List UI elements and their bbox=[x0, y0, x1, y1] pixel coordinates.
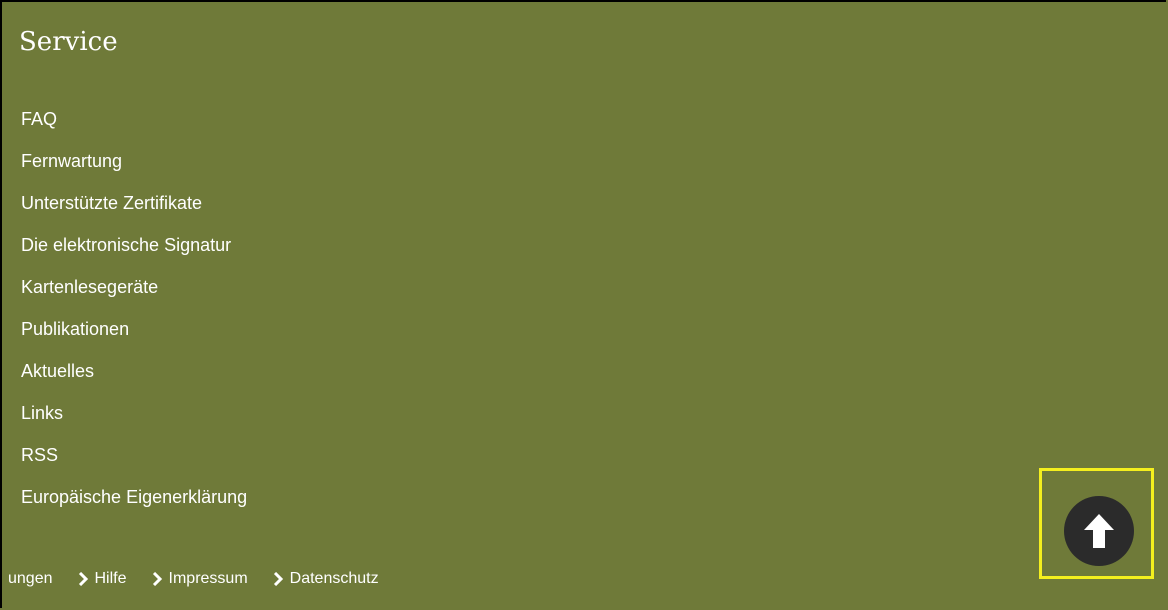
chevron-right-icon bbox=[273, 572, 283, 586]
link-aktuelles[interactable]: Aktuelles bbox=[21, 361, 94, 381]
chevron-right-icon bbox=[78, 572, 88, 586]
footer-link-datenschutz[interactable]: Datenschutz bbox=[272, 570, 379, 588]
link-rss[interactable]: RSS bbox=[21, 445, 58, 465]
link-europaeische-eigenerklaerung[interactable]: Europäische Eigenerklärung bbox=[21, 487, 247, 507]
list-item: Unterstützte Zertifikate bbox=[21, 190, 247, 232]
link-links[interactable]: Links bbox=[21, 403, 63, 423]
link-elektronische-signatur[interactable]: Die elektronische Signatur bbox=[21, 235, 231, 255]
footer-link-label: Datenschutz bbox=[289, 570, 379, 587]
service-heading: Service bbox=[19, 27, 118, 57]
list-item: Die elektronische Signatur bbox=[21, 232, 247, 274]
link-unterstuetzte-zertifikate[interactable]: Unterstützte Zertifikate bbox=[21, 193, 202, 213]
service-link-list: FAQ Fernwartung Unterstützte Zertifikate… bbox=[21, 106, 247, 526]
footer-link-partial[interactable]: ungen bbox=[8, 570, 53, 588]
list-item: FAQ bbox=[21, 106, 247, 148]
link-kartenlesegeraete[interactable]: Kartenlesegeräte bbox=[21, 277, 158, 297]
back-to-top-button[interactable] bbox=[1064, 496, 1134, 566]
list-item: Publikationen bbox=[21, 316, 247, 358]
link-fernwartung[interactable]: Fernwartung bbox=[21, 151, 122, 171]
list-item: Europäische Eigenerklärung bbox=[21, 484, 247, 526]
footer-link-impressum[interactable]: Impressum bbox=[151, 570, 248, 588]
arrow-up-icon bbox=[1084, 514, 1114, 548]
list-item: RSS bbox=[21, 442, 247, 484]
link-faq[interactable]: FAQ bbox=[21, 109, 57, 129]
footer-nav: ungen Hilfe Impressum Datenschutz bbox=[8, 570, 403, 588]
link-publikationen[interactable]: Publikationen bbox=[21, 319, 129, 339]
list-item: Fernwartung bbox=[21, 148, 247, 190]
footer-link-label: Impressum bbox=[168, 570, 248, 587]
list-item: Aktuelles bbox=[21, 358, 247, 400]
footer-link-label: Hilfe bbox=[94, 570, 127, 587]
list-item: Kartenlesegeräte bbox=[21, 274, 247, 316]
list-item: Links bbox=[21, 400, 247, 442]
footer-link-hilfe[interactable]: Hilfe bbox=[77, 570, 127, 588]
chevron-right-icon bbox=[152, 572, 162, 586]
